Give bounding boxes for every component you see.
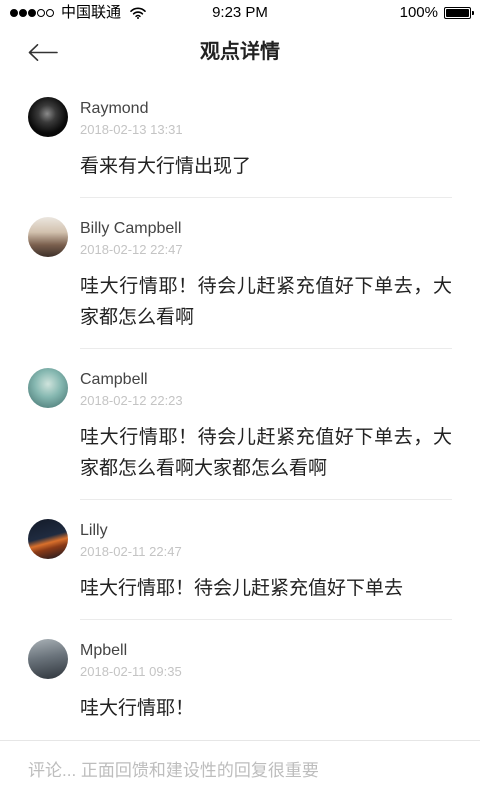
comment-author: Mpbell (80, 642, 128, 659)
comment-author: Billy Campbell (80, 220, 182, 237)
comment-item: Mpbell 2018-02-11 09:35 哇大行情耶！ (0, 620, 480, 739)
comment-date: 2018-02-13 13:31 (80, 122, 183, 137)
avatar[interactable] (28, 217, 68, 257)
comment-text: 哇大行情耶！ (80, 698, 195, 719)
avatar[interactable] (28, 368, 68, 408)
comment-body: Campbell 2018-02-12 22:23 哇大行情耶！待会儿赶紧充值好… (80, 349, 452, 500)
comment-text: 哇大行情耶！待会儿赶紧充值好下单去，大家都怎么看啊大家都怎么看啊 (80, 427, 452, 479)
comment-text: 看来有大行情出现了 (80, 156, 252, 177)
status-right: 100% (399, 0, 474, 26)
comment-item: Billy Campbell 2018-02-12 22:47 哇大行情耶！待会… (0, 198, 480, 349)
nav-bar: 观点详情 (0, 26, 480, 78)
battery-fill (446, 9, 469, 17)
comment-date: 2018-02-12 22:47 (80, 242, 183, 257)
comment-body: Raymond 2018-02-13 13:31 看来有大行情出现了 (80, 78, 452, 198)
comment-bar (0, 740, 480, 800)
page-title: 观点详情 (200, 41, 280, 63)
comment-date: 2018-02-11 09:35 (80, 664, 182, 679)
avatar[interactable] (28, 97, 68, 137)
comment-item: Lilly 2018-02-11 22:47 哇大行情耶！待会儿赶紧充值好下单去 (0, 500, 480, 620)
avatar[interactable] (28, 639, 68, 679)
back-arrow-icon (28, 43, 58, 61)
battery-icon (444, 7, 474, 19)
screen: 中国联通 9:23 PM 100% 观点详情 Raymond 2018-02-1… (0, 0, 480, 800)
battery-percent: 100% (399, 4, 438, 21)
comment-author: Lilly (80, 522, 108, 539)
comment-body: Lilly 2018-02-11 22:47 哇大行情耶！待会儿赶紧充值好下单去 (80, 500, 452, 620)
comment-author: Campbell (80, 371, 148, 388)
comment-input[interactable] (0, 741, 480, 800)
comment-body: Mpbell 2018-02-11 09:35 哇大行情耶！ (80, 620, 452, 739)
comment-item: Raymond 2018-02-13 13:31 看来有大行情出现了 (0, 78, 480, 198)
avatar[interactable] (28, 519, 68, 559)
comment-text: 哇大行情耶！待会儿赶紧充值好下单去 (80, 578, 404, 599)
comment-body: Billy Campbell 2018-02-12 22:47 哇大行情耶！待会… (80, 198, 452, 349)
comment-item: Campbell 2018-02-12 22:23 哇大行情耶！待会儿赶紧充值好… (0, 349, 480, 500)
comment-author: Raymond (80, 100, 149, 117)
comment-date: 2018-02-12 22:23 (80, 393, 183, 408)
comment-list: Raymond 2018-02-13 13:31 看来有大行情出现了 Billy… (0, 78, 480, 740)
comment-date: 2018-02-11 22:47 (80, 544, 182, 559)
comment-text: 哇大行情耶！待会儿赶紧充值好下单去，大家都怎么看啊 (80, 276, 452, 328)
back-button[interactable] (24, 43, 62, 61)
status-bar: 中国联通 9:23 PM 100% (0, 0, 480, 26)
